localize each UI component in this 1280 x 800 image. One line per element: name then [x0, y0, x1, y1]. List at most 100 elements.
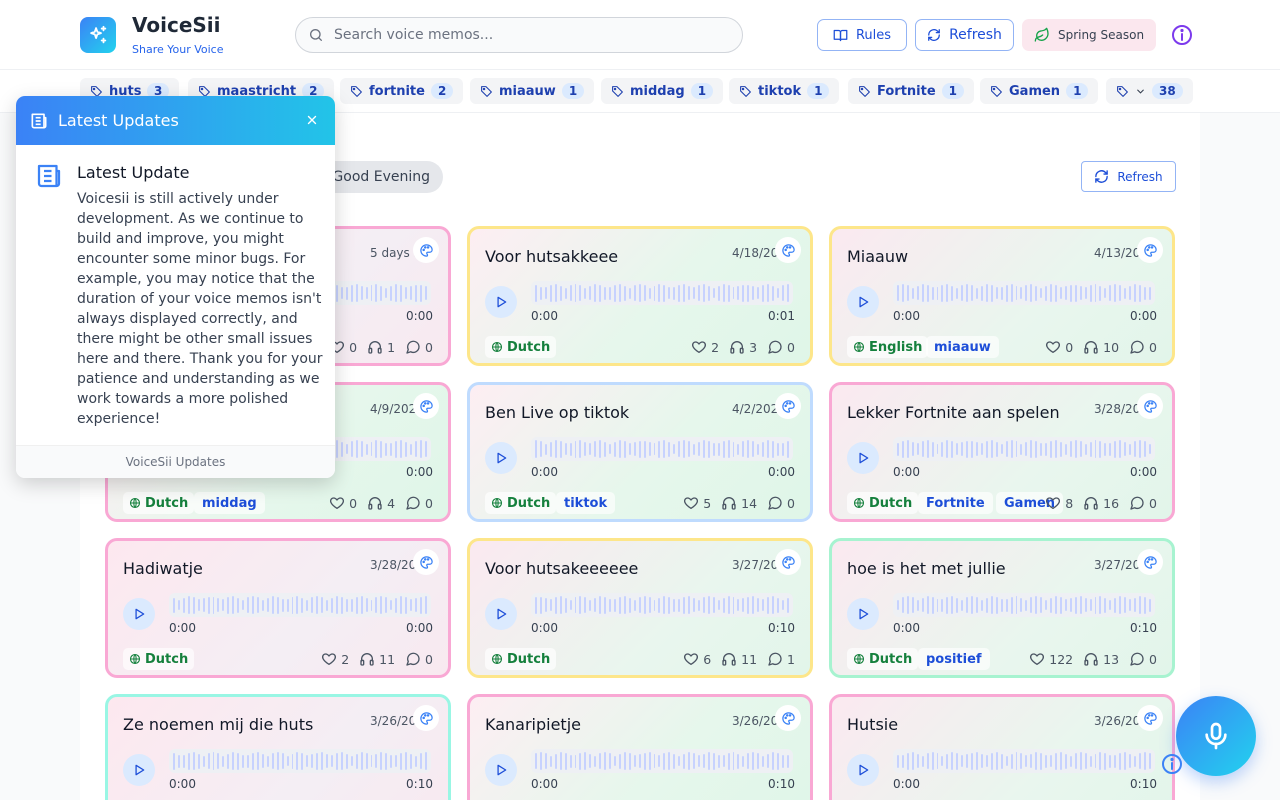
app-logo[interactable] [80, 17, 116, 53]
waveform-seekbar[interactable] [531, 437, 793, 461]
comment-button[interactable]: 0 [405, 495, 433, 511]
like-button[interactable]: 6 [683, 651, 711, 667]
waveform-seekbar[interactable] [893, 749, 1155, 773]
play-button[interactable] [485, 754, 517, 786]
waveform-seekbar[interactable] [531, 593, 793, 617]
comment-button[interactable]: 0 [1129, 495, 1157, 511]
tag-icon [991, 85, 1002, 97]
tag-icon [859, 85, 870, 97]
close-panel-button[interactable] [305, 113, 319, 127]
app-tagline: Share Your Voice [132, 43, 224, 56]
comment-button[interactable]: 0 [405, 651, 433, 667]
comment-button[interactable]: 0 [767, 339, 795, 355]
memo-tag[interactable]: Fortnite [918, 492, 993, 514]
like-button[interactable]: 2 [321, 651, 349, 667]
like-button[interactable]: 2 [691, 339, 719, 355]
tag-chip[interactable]: miaauw 1 [470, 78, 595, 104]
play-button[interactable] [847, 754, 879, 786]
comment-button[interactable]: 0 [405, 339, 433, 355]
language-label: Dutch [507, 495, 551, 511]
language-label: Dutch [507, 339, 551, 355]
memo-title: Miaauw [847, 247, 909, 266]
feed-refresh-button[interactable]: Refresh [1081, 161, 1176, 192]
like-button[interactable]: 5 [683, 495, 711, 511]
palette-icon [419, 399, 433, 413]
waveform-seekbar[interactable] [893, 593, 1155, 617]
theme-button[interactable] [1137, 237, 1163, 263]
info-button[interactable] [1170, 23, 1194, 47]
like-button[interactable]: 8 [1045, 495, 1073, 511]
play-button[interactable] [847, 598, 879, 630]
memo-card[interactable]: Hadiwatje3/28/20250:000:00Dutch2110 [105, 538, 451, 678]
play-button[interactable] [485, 442, 517, 474]
theme-button[interactable] [1137, 705, 1163, 731]
theme-button[interactable] [775, 705, 801, 731]
memo-card[interactable]: Ben Live op tiktok 4/2/2025 0:00 0:00 Dutch t… [467, 382, 813, 522]
tag-chip[interactable]: Fortnite 1 [848, 78, 975, 104]
memo-title: Voor hutsakeeeeee [485, 559, 639, 578]
memo-card[interactable]: Miaauw4/13/20250:000:00Englishmiaauw0100 [829, 226, 1175, 366]
microphone-icon [1205, 722, 1227, 750]
theme-button[interactable] [1137, 393, 1163, 419]
memo-tag[interactable]: tiktok [556, 492, 616, 514]
memo-card[interactable]: Voor hutsakeeeeee3/27/20250:000:10Dutch6… [467, 538, 813, 678]
comment-count: 0 [787, 339, 795, 355]
comment-button[interactable]: 0 [767, 495, 795, 511]
theme-button[interactable] [775, 237, 801, 263]
time-duration: 0:01 [768, 309, 795, 323]
tag-chip[interactable]: middag 1 [601, 78, 724, 104]
rules-button[interactable]: Rules [817, 19, 907, 51]
comment-button[interactable]: 0 [1129, 339, 1157, 355]
comment-count: 0 [787, 495, 795, 511]
theme-button[interactable] [413, 393, 439, 419]
play-button[interactable] [847, 286, 879, 318]
search-input[interactable] [334, 27, 714, 43]
tag-count: 1 [690, 83, 714, 99]
theme-button[interactable] [413, 237, 439, 263]
listen-count-group: 14 [721, 495, 757, 511]
waveform-seekbar[interactable] [531, 749, 793, 773]
theme-button[interactable] [775, 393, 801, 419]
memo-card[interactable]: Hutsie3/26/20250:000:10 [829, 694, 1175, 800]
search-box[interactable] [295, 17, 743, 53]
info-float-button[interactable] [1160, 752, 1184, 776]
memo-tag[interactable]: miaauw [926, 336, 999, 358]
play-button[interactable] [485, 598, 517, 630]
waveform-seekbar[interactable] [531, 281, 793, 305]
play-button[interactable] [485, 286, 517, 318]
play-button[interactable] [847, 442, 879, 474]
tag-chip[interactable]: fortnite 2 [340, 78, 464, 104]
like-button[interactable]: 0 [329, 495, 357, 511]
like-button[interactable]: 122 [1029, 651, 1073, 667]
like-button[interactable]: 0 [1045, 339, 1073, 355]
theme-button[interactable] [413, 549, 439, 575]
memo-card[interactable]: Kanaripietje3/26/20250:000:10 [467, 694, 813, 800]
memo-card[interactable]: Lekker Fortnite aan spelen3/28/20250:000… [829, 382, 1175, 522]
memo-card[interactable]: hoe is het met jullie3/27/20250:000:10Du… [829, 538, 1175, 678]
memo-tag[interactable]: positief [918, 648, 990, 670]
play-button[interactable] [123, 598, 155, 630]
play-button[interactable] [123, 754, 155, 786]
tag-chip[interactable]: Gamen 1 [980, 78, 1099, 104]
waveform-seekbar[interactable] [893, 437, 1155, 461]
waveform-seekbar[interactable] [893, 281, 1155, 305]
memo-tag[interactable]: middag [194, 492, 265, 514]
theme-button[interactable] [413, 705, 439, 731]
season-button[interactable]: Spring Season [1022, 19, 1156, 51]
tag-more-button[interactable]: 38 [1106, 78, 1193, 104]
comment-button[interactable]: 1 [767, 651, 795, 667]
waveform-seekbar[interactable] [169, 593, 431, 617]
record-button[interactable] [1176, 696, 1256, 776]
play-icon [497, 452, 507, 464]
waveform-seekbar[interactable] [169, 749, 431, 773]
memo-card[interactable]: Ze noemen mij die huts3/26/20250:000:10 [105, 694, 451, 800]
comment-button[interactable]: 0 [1129, 651, 1157, 667]
play-icon [859, 452, 869, 464]
tag-chip[interactable]: tiktok 1 [729, 78, 840, 104]
theme-button[interactable] [775, 549, 801, 575]
memo-card[interactable]: Voor hutsakkeee4/18/20250:000:01Dutch230 [467, 226, 813, 366]
memo-title: Voor hutsakkeee [485, 247, 619, 266]
time-current: 0:00 [893, 465, 920, 479]
refresh-button[interactable]: Refresh [915, 19, 1014, 51]
theme-button[interactable] [1137, 549, 1163, 575]
